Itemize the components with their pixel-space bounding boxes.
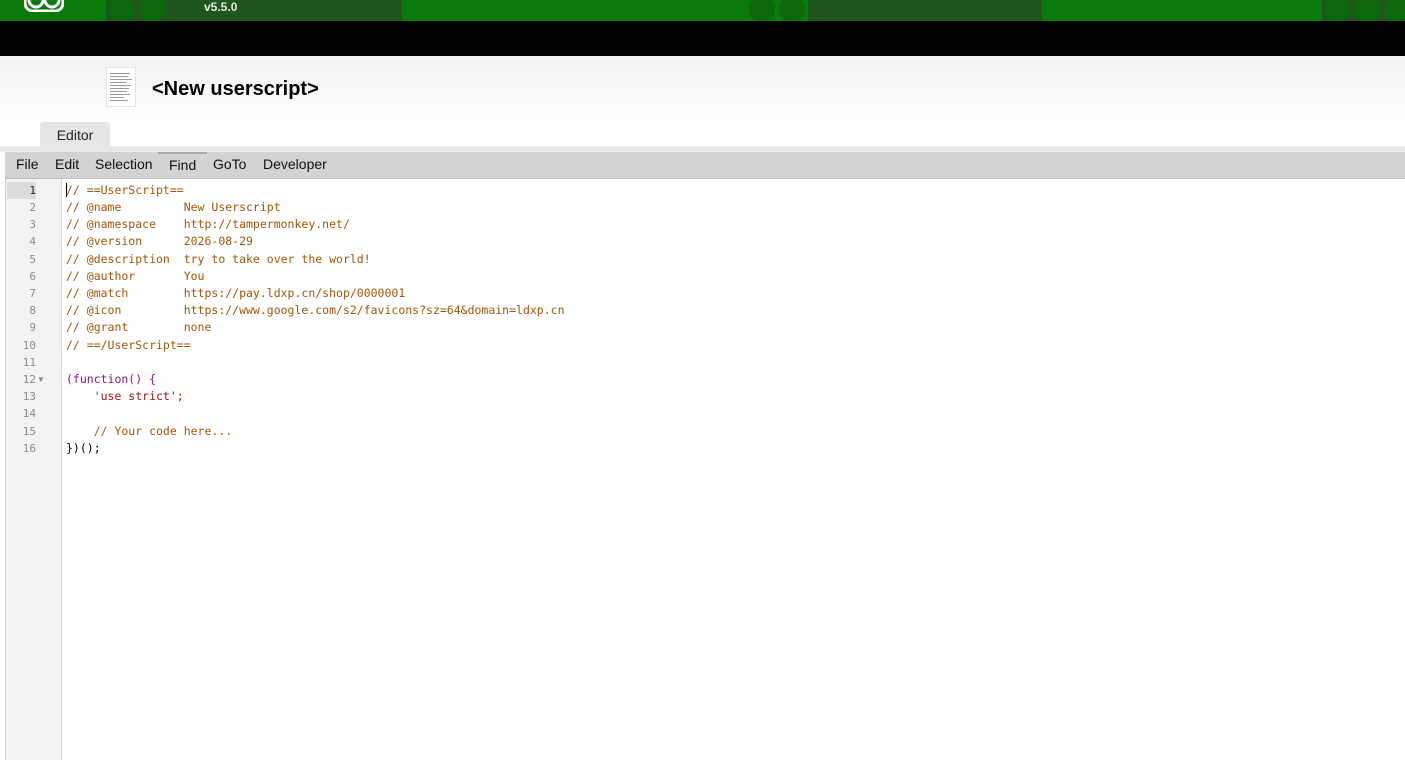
line-number: 7 — [29, 287, 36, 300]
code-line[interactable]: // Your code here... — [66, 423, 232, 440]
menu-developer[interactable]: Developer — [262, 152, 328, 178]
line-number: 10 — [22, 339, 36, 352]
menu-file[interactable]: File — [15, 152, 40, 178]
version-label: v5.5.0 — [204, 0, 238, 14]
code-line[interactable]: // @version 2026-08-29 — [66, 233, 253, 250]
line-number: 12 — [22, 373, 36, 386]
line-number: 9 — [29, 321, 36, 334]
code-line[interactable]: })(); — [66, 440, 101, 457]
top-banner: v5.5.0 — [0, 0, 1405, 21]
line-number: 11 — [22, 356, 36, 369]
code-line[interactable]: // ==/UserScript== — [66, 337, 191, 354]
line-number: 4 — [29, 235, 36, 248]
line-number: 8 — [29, 304, 36, 317]
code-line[interactable]: // @namespace http://tampermonkey.net/ — [66, 216, 350, 233]
script-file-icon — [106, 67, 136, 107]
tampermonkey-logo-icon[interactable] — [24, 0, 64, 12]
code-line[interactable]: // @author You — [66, 268, 204, 285]
nav-bar — [0, 21, 1405, 56]
line-number: 16 — [22, 442, 36, 455]
line-number: 3 — [29, 218, 36, 231]
code-editor[interactable]: 1 2 3 4 5 6 7 8 9 10 11 12 ▼ 13 14 15 16… — [5, 179, 1405, 760]
code-line[interactable]: // ==UserScript== — [66, 182, 184, 199]
banner-decoration — [109, 0, 135, 21]
menu-edit[interactable]: Edit — [54, 152, 80, 178]
code-line[interactable]: 'use strict'; — [66, 388, 184, 405]
banner-decoration — [1324, 0, 1350, 21]
code-line[interactable]: (function() { — [66, 371, 156, 388]
line-number: 5 — [29, 253, 36, 266]
script-header: <New userscript> Editor — [0, 56, 1405, 148]
banner-decoration — [1354, 0, 1380, 21]
menu-goto[interactable]: GoTo — [212, 152, 247, 178]
code-line[interactable]: // @name New Userscript — [66, 199, 281, 216]
banner-decoration — [779, 0, 805, 21]
code-line[interactable]: // @grant none — [66, 319, 211, 336]
tab-editor[interactable]: Editor — [40, 122, 110, 148]
banner-decoration — [1384, 0, 1405, 21]
line-number: 2 — [29, 201, 36, 214]
code-line[interactable]: // @match https://pay.ldxp.cn/shop/00000… — [66, 285, 405, 302]
editor-menubar: File Edit Selection Find GoTo Developer — [5, 152, 1405, 179]
line-number: 13 — [22, 390, 36, 403]
line-number: 1 — [7, 182, 36, 199]
line-number: 14 — [22, 407, 36, 420]
banner-decoration — [139, 0, 165, 21]
menu-selection[interactable]: Selection — [94, 152, 154, 178]
banner-segment — [808, 0, 1042, 21]
code-line[interactable]: // @icon https://www.google.com/s2/favic… — [66, 302, 565, 319]
script-title: <New userscript> — [152, 78, 319, 100]
fold-toggle-icon[interactable]: ▼ — [37, 371, 45, 388]
line-number: 15 — [22, 425, 36, 438]
banner-decoration — [749, 0, 775, 21]
line-number: 6 — [29, 270, 36, 283]
line-number-gutter: 1 2 3 4 5 6 7 8 9 10 11 12 ▼ 13 14 15 16 — [6, 179, 62, 760]
menu-find[interactable]: Find — [158, 152, 208, 180]
code-line[interactable]: // @description try to take over the wor… — [66, 251, 371, 268]
